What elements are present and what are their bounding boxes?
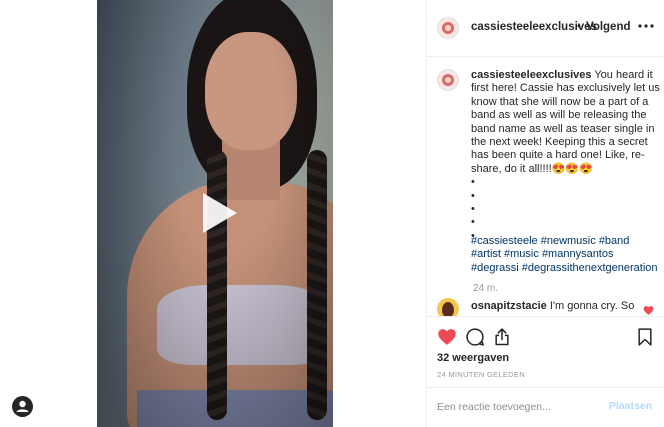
hashtag-link[interactable]: #mannysantos	[542, 248, 614, 260]
comment-input[interactable]	[437, 399, 597, 415]
commenter-username-link[interactable]: osnapitzstacie	[471, 300, 547, 312]
hashtag-link[interactable]: #degrassi	[471, 262, 519, 274]
hashtag-link[interactable]: #music	[504, 248, 539, 260]
post-timestamp[interactable]: 24 MINUTEN GELEDEN	[437, 370, 525, 379]
caption-avatar[interactable]	[437, 69, 459, 91]
comments-list[interactable]: cassiesteeleexclusives You heard it firs…	[427, 58, 664, 316]
heart-icon[interactable]	[437, 327, 457, 347]
post-side-panel: cassiesteeleexclusives • Volgend cassies…	[426, 0, 664, 427]
commenter-avatar[interactable]	[437, 298, 459, 316]
post-header: cassiesteeleexclusives • Volgend	[427, 0, 664, 57]
media-area	[0, 0, 426, 427]
caption-bullet: •	[471, 176, 475, 189]
hashtag-link[interactable]: #newmusic	[541, 235, 596, 247]
caption-bullet: •	[471, 189, 475, 202]
view-count[interactable]: 32 weergaven	[437, 352, 509, 364]
following-button[interactable]: Volgend	[586, 21, 631, 33]
caption-hashtags: #cassiesteele #newmusic #band #artist #m…	[471, 235, 661, 275]
caption-bullet: •	[471, 203, 475, 216]
hashtag-link[interactable]: #cassiesteele	[471, 235, 538, 247]
share-icon[interactable]	[492, 327, 512, 347]
play-icon[interactable]	[195, 190, 241, 236]
caption-username-link[interactable]: cassiesteeleexclusives	[471, 69, 592, 81]
caption-bullet: •	[471, 216, 475, 229]
tagged-user-icon[interactable]	[12, 396, 33, 417]
hashtag-link[interactable]: #artist	[471, 248, 501, 260]
hashtag-link[interactable]: #degrassithenextgeneration	[522, 262, 658, 274]
comment-item: osnapitzstacie I'm gonna cry. So	[427, 296, 664, 316]
post-caption: cassiesteeleexclusives You heard it firs…	[471, 69, 661, 243]
more-horizontal-icon[interactable]	[637, 17, 655, 35]
comment-heart-icon[interactable]	[643, 305, 654, 316]
post-actions: 32 weergaven 24 MINUTEN GELEDEN	[427, 316, 664, 396]
post-comment-button[interactable]: Plaatsen	[609, 400, 652, 412]
comment-body: osnapitzstacie I'm gonna cry. So	[471, 300, 641, 313]
hashtag-link[interactable]: #band	[599, 235, 630, 247]
add-comment-bar: Plaatsen	[427, 387, 664, 427]
bookmark-icon[interactable]	[635, 327, 655, 347]
separator-dot: •	[577, 21, 582, 33]
caption-timestamp[interactable]: 24 m.	[473, 283, 498, 294]
post-modal: cassiesteeleexclusives • Volgend cassies…	[0, 0, 664, 427]
comment-text: I'm gonna cry. So	[549, 300, 635, 312]
caption-text: You heard it first here! Cassie has excl…	[471, 69, 660, 175]
comment-bubble-icon[interactable]	[465, 327, 485, 347]
avatar[interactable]	[437, 17, 459, 39]
